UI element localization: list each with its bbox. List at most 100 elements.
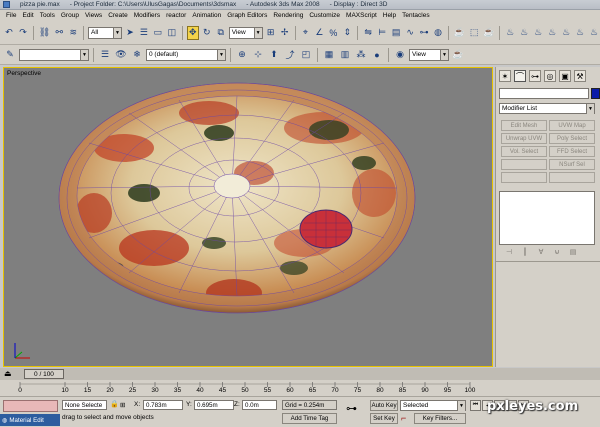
lock-selection-icon[interactable]: 🔒 xyxy=(110,400,119,408)
select-manipulate-icon[interactable]: ✢ xyxy=(279,26,291,40)
quick-render-icon[interactable]: ☕ xyxy=(482,26,495,40)
reactor-cloth-icon[interactable]: ♨ xyxy=(532,26,544,40)
select-by-name-icon[interactable]: ☰ xyxy=(138,26,150,40)
taskbar-material-editor[interactable]: ◍ Material Edit xyxy=(0,414,60,426)
time-config-icon[interactable]: ⏏ xyxy=(4,369,12,378)
rectangular-selection-icon[interactable]: ▭ xyxy=(152,26,164,40)
pivot-center-icon[interactable]: ⊞ xyxy=(265,26,277,40)
reactor-toy-icon[interactable]: ♨ xyxy=(574,26,586,40)
hierarchy-icon[interactable]: ⁂ xyxy=(354,48,368,62)
particle-view-icon[interactable]: ● xyxy=(370,48,384,62)
menu-tentacles[interactable]: Tentacles xyxy=(399,12,432,19)
display-tab-icon[interactable]: ▣ xyxy=(559,70,571,82)
set-current-layer-icon[interactable]: ⤴ xyxy=(283,48,297,62)
nsurf-sel-button[interactable]: NSurf Sel xyxy=(549,159,595,170)
object-color-swatch[interactable] xyxy=(591,88,600,99)
motion-tab-icon[interactable]: ◎ xyxy=(544,70,556,82)
menu-animation[interactable]: Animation xyxy=(189,12,224,19)
show-end-result-icon[interactable]: ┃ xyxy=(519,247,531,257)
x-coord-field[interactable]: 0.783m xyxy=(143,400,183,410)
add-time-tag-button[interactable]: Add Time Tag xyxy=(282,413,337,424)
select-layer-icon[interactable]: ⬆ xyxy=(267,48,281,62)
pin-stack-icon[interactable]: ⊣ xyxy=(503,247,515,257)
render-setup-icon[interactable]: ☕ xyxy=(453,26,466,40)
go-to-start-icon[interactable]: ⏮ xyxy=(470,400,481,411)
z-coord-field[interactable]: 0.0m xyxy=(242,400,277,410)
absolute-mode-icon[interactable]: ⊞ xyxy=(120,401,125,409)
menu-reactor[interactable]: reactor xyxy=(163,12,189,19)
menu-graph-editors[interactable]: Graph Editors xyxy=(224,12,270,19)
graph-editor-icon[interactable]: ▦ xyxy=(322,48,336,62)
modify-tab-icon[interactable]: ⌒ xyxy=(514,70,526,82)
create-tab-icon[interactable]: ✶ xyxy=(499,70,511,82)
named-selection-icon[interactable]: ✎ xyxy=(3,48,17,62)
freeze-icon[interactable]: ❄ xyxy=(130,48,144,62)
pizza-model[interactable] xyxy=(4,68,493,367)
uvw-map-button[interactable]: UVW Map xyxy=(549,120,595,131)
y-coord-field[interactable]: 0.695m xyxy=(194,400,234,410)
snap-toggle-icon[interactable]: ⌖ xyxy=(299,26,311,40)
modifier-list-dropdown[interactable]: Modifier List ▼ xyxy=(499,103,595,114)
selection-filter-dropdown[interactable]: All ▼ xyxy=(88,26,122,39)
reactor-wind-icon[interactable]: ♨ xyxy=(588,26,600,40)
edit-mesh-button[interactable]: Edit Mesh xyxy=(501,120,547,131)
create-layer-icon[interactable]: ⊕ xyxy=(235,48,249,62)
unlink-icon[interactable]: ⚯ xyxy=(53,26,65,40)
make-unique-icon[interactable]: ∀ xyxy=(535,247,547,257)
menu-help[interactable]: Help xyxy=(380,12,399,19)
modifier-stack[interactable] xyxy=(499,191,595,245)
menu-views[interactable]: Views xyxy=(82,12,105,19)
menu-rendering[interactable]: Rendering xyxy=(270,12,306,19)
empty-modifier-button[interactable] xyxy=(501,172,547,183)
menu-edit[interactable]: Edit xyxy=(19,12,36,19)
key-filters-button[interactable]: Key Filters... xyxy=(414,413,466,424)
utilities-tab-icon[interactable]: ⚒ xyxy=(574,70,586,82)
bind-space-warp-icon[interactable]: ≋ xyxy=(67,26,79,40)
select-and-scale-icon[interactable]: ⧉ xyxy=(215,26,227,40)
redo-icon[interactable]: ↷ xyxy=(17,26,29,40)
set-key-icon[interactable]: ⌐ xyxy=(401,413,406,423)
menu-modifiers[interactable]: Modifiers xyxy=(131,12,163,19)
teapot-render-icon[interactable]: ☕ xyxy=(451,48,465,62)
poly-select-button[interactable]: Poly Select xyxy=(549,133,595,144)
key-mode-dropdown[interactable]: Selected ▼ xyxy=(400,400,466,411)
named-selection-dropdown[interactable]: ▼ xyxy=(19,48,89,61)
visibility-eye-icon[interactable]: 👁 xyxy=(114,48,128,62)
remove-modifier-icon[interactable]: ⊌ xyxy=(551,247,563,257)
spinner-snap-icon[interactable]: ⇕ xyxy=(341,26,353,40)
undo-icon[interactable]: ↶ xyxy=(3,26,15,40)
empty-modifier-button[interactable] xyxy=(501,159,547,170)
set-key-button[interactable]: Set Key xyxy=(370,413,398,424)
angle-snap-icon[interactable]: ∠ xyxy=(313,26,325,40)
ffd-select-button[interactable]: FFD Select xyxy=(549,146,595,157)
select-object-icon[interactable]: ➤ xyxy=(124,26,136,40)
select-and-link-icon[interactable]: ⛓ xyxy=(38,26,51,40)
viewport-render-icon[interactable]: ◉ xyxy=(393,48,407,62)
time-slider[interactable]: ⏏ 0 / 100 xyxy=(0,368,600,380)
perspective-viewport[interactable]: Perspective xyxy=(3,67,493,367)
schematic-view-icon[interactable]: ⊶ xyxy=(418,26,430,40)
reference-coordinate-dropdown[interactable]: View ▼ xyxy=(228,26,263,39)
dope-sheet-icon[interactable]: ▥ xyxy=(338,48,352,62)
material-editor-icon[interactable]: ◍ xyxy=(432,26,444,40)
maxscript-listener[interactable] xyxy=(3,400,58,412)
layer-manager-icon[interactable]: ▤ xyxy=(390,26,402,40)
menu-customize[interactable]: Customize xyxy=(306,12,343,19)
object-name-field[interactable] xyxy=(499,88,589,99)
time-slider-thumb[interactable]: 0 / 100 xyxy=(24,369,64,379)
view-dropdown[interactable]: View ▼ xyxy=(409,48,449,61)
hierarchy-tab-icon[interactable]: ⊶ xyxy=(529,70,541,82)
menu-maxscript[interactable]: MAXScript xyxy=(343,12,380,19)
window-crossing-icon[interactable]: ◫ xyxy=(166,26,178,40)
track-bar[interactable]: 0 10 15 20 25 30 35 40 45 50 55 60 65 70 75 80 85 90 95 100 xyxy=(0,380,600,396)
configure-sets-icon[interactable]: ▤ xyxy=(567,247,579,257)
select-and-rotate-icon[interactable]: ↻ xyxy=(201,26,213,40)
reactor-rigid-icon[interactable]: ♨ xyxy=(518,26,530,40)
reactor-icon[interactable]: ♨ xyxy=(504,26,516,40)
layer-props-icon[interactable]: ◰ xyxy=(299,48,313,62)
align-icon[interactable]: ⊨ xyxy=(376,26,388,40)
add-to-layer-icon[interactable]: ⊹ xyxy=(251,48,265,62)
menu-tools[interactable]: Tools xyxy=(37,12,58,19)
menu-group[interactable]: Group xyxy=(58,12,82,19)
layer-dropdown[interactable]: 0 (default) ▼ xyxy=(146,48,226,61)
